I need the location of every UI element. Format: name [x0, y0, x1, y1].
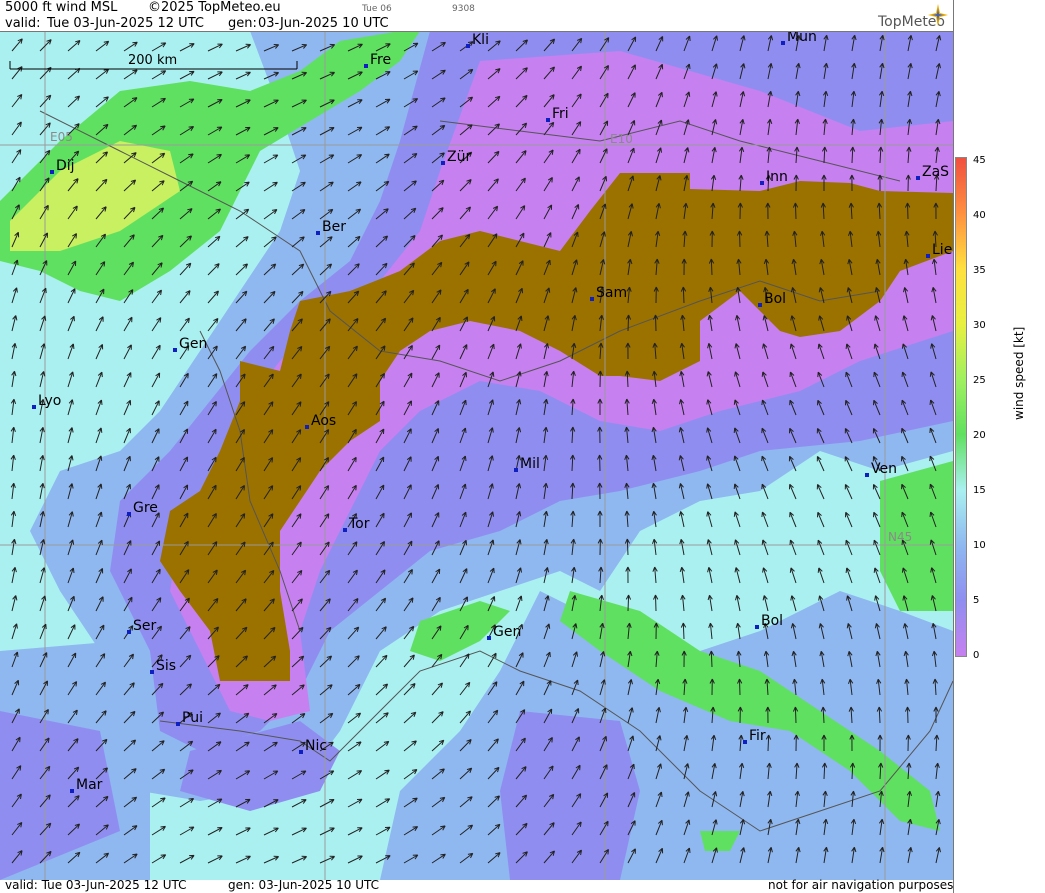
city-label: Mun	[787, 31, 817, 45]
panel-divider	[953, 0, 954, 893]
city-marker	[173, 348, 177, 352]
city-label: Ser	[133, 618, 157, 634]
city-marker	[127, 630, 131, 634]
city-marker	[466, 44, 470, 48]
city-label: Gre	[133, 500, 158, 516]
city-label: Fre	[370, 52, 391, 68]
legend-tick: 20	[973, 430, 986, 441]
legend-tick: 0	[973, 650, 980, 661]
day-label: Tue 06	[362, 4, 392, 14]
city-label: Gen	[493, 624, 521, 640]
legend-tick: 25	[973, 375, 986, 386]
footer-valid: valid: Tue 03-Jun-2025 12 UTC	[5, 878, 187, 892]
city-marker	[50, 170, 54, 174]
city-label: Tor	[348, 516, 370, 532]
city-label: Fri	[552, 106, 569, 122]
city-marker	[487, 636, 491, 640]
city-marker	[316, 231, 320, 235]
legend-tick: 45	[973, 155, 986, 166]
city-label: Gen	[179, 336, 207, 352]
city-marker	[781, 41, 785, 45]
legend-color-bar	[955, 157, 967, 657]
city-marker	[127, 512, 131, 516]
city-marker	[343, 528, 347, 532]
city-marker	[926, 254, 930, 258]
city-label: Mil	[520, 456, 540, 472]
city-marker	[546, 118, 550, 122]
city-marker	[758, 303, 762, 307]
gen-label: gen:	[228, 16, 257, 31]
city-label: Aos	[311, 413, 336, 429]
city-marker	[299, 750, 303, 754]
top-divider	[0, 31, 953, 32]
city-label: Lie	[932, 242, 952, 258]
legend-unit-label: wind speed [kt]	[1012, 326, 1026, 420]
wind-map-canvas: E05 E10 N45 200 km Kli Mun Fre Fri Dij Zür Inn…	[0, 31, 953, 880]
city-marker	[32, 405, 36, 409]
city-label: Pui	[182, 710, 203, 726]
city-label: Lyo	[38, 393, 61, 409]
city-label: Bol	[764, 291, 786, 307]
legend-tick: 5	[973, 595, 980, 606]
city-label: Zür	[447, 149, 471, 165]
brand-star-icon	[928, 4, 948, 26]
city-label: Bol	[761, 613, 783, 629]
code-label: 9308	[452, 4, 475, 14]
city-label: Dij	[56, 158, 75, 174]
legend-tick: 40	[973, 210, 986, 221]
city-marker	[514, 468, 518, 472]
city-marker	[916, 176, 920, 180]
grid-label-e10: E10	[610, 132, 633, 146]
city-label: Sam	[596, 285, 627, 301]
city-marker	[865, 473, 869, 477]
grid-label-n45: N45	[888, 530, 912, 544]
legend-tick: 30	[973, 320, 986, 331]
city-marker	[590, 297, 594, 301]
scale-bar-label: 200 km	[128, 53, 177, 68]
city-marker	[755, 625, 759, 629]
valid-time: Tue 03-Jun-2025 12 UTC	[47, 16, 204, 31]
gen-time: 03-Jun-2025 10 UTC	[258, 16, 389, 31]
city-label: Sis	[156, 658, 176, 674]
city-label: Nic	[305, 738, 327, 754]
grid-label-e05: E05	[50, 130, 73, 144]
city-marker	[760, 181, 764, 185]
city-marker	[176, 722, 180, 726]
city-label: Inn	[766, 169, 788, 185]
wind-speed-legend: 45 40 35 30 25 20 15 10 5 0	[955, 155, 1045, 661]
city-label: Fir	[749, 728, 766, 744]
city-marker	[305, 425, 309, 429]
wind-map[interactable]: E05 E10 N45 200 km Kli Mun Fre Fri Dij Zür Inn…	[0, 31, 953, 880]
city-marker	[70, 789, 74, 793]
footer-gen: gen: 03-Jun-2025 10 UTC	[228, 878, 380, 892]
legend-tick: 35	[973, 265, 986, 276]
city-label: Mar	[76, 777, 103, 793]
city-label: Ber	[322, 219, 346, 235]
footer-disclaimer: not for air navigation purposes	[768, 878, 954, 892]
city-marker	[743, 740, 747, 744]
map-title: 5000 ft wind MSL	[5, 0, 118, 15]
city-marker	[441, 161, 445, 165]
city-label: Kli	[472, 32, 489, 48]
city-marker	[364, 64, 368, 68]
legend-tick: 15	[973, 485, 986, 496]
legend-tick: 10	[973, 540, 986, 551]
city-marker	[150, 670, 154, 674]
valid-label: valid:	[5, 16, 41, 31]
copyright-text: ©2025 TopMeteo.eu	[148, 0, 281, 15]
city-label: Ven	[871, 461, 897, 477]
city-label: ZaS	[922, 164, 949, 180]
